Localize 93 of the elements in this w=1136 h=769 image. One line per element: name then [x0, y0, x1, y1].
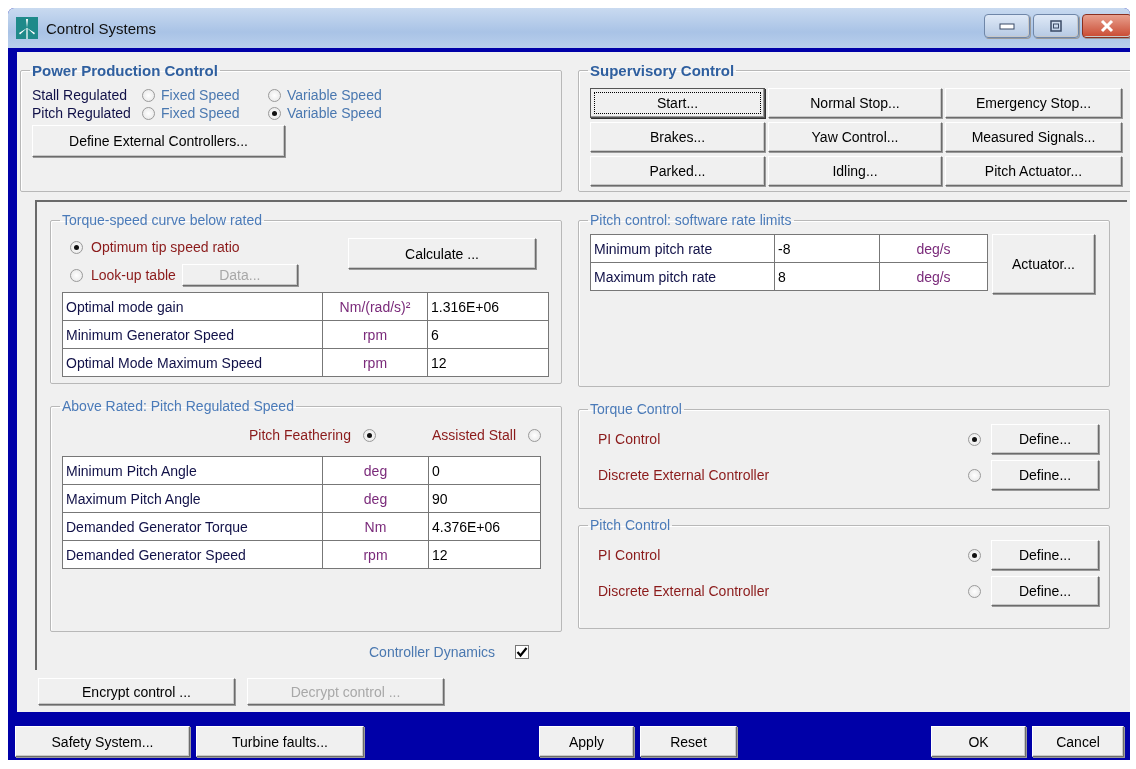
- value-cell[interactable]: 0: [428, 456, 541, 485]
- option-label: Discrete External Controller: [598, 467, 771, 483]
- table-cell: Demanded Generator Torque: [62, 512, 323, 541]
- close-icon: [1099, 19, 1115, 33]
- table-cell: Maximum pitch rate: [590, 262, 775, 291]
- dialog-button[interactable]: Normal Stop...: [768, 88, 942, 118]
- minimize-button[interactable]: [984, 14, 1030, 38]
- value-cell[interactable]: 1.316E+06: [427, 292, 549, 321]
- option-label: PI Control: [598, 431, 662, 447]
- value-cell[interactable]: 12: [427, 348, 549, 377]
- table-cell: Optimal mode gain: [62, 292, 323, 321]
- option-label: Fixed Speed: [161, 105, 240, 121]
- table-cell: Maximum Pitch Angle: [62, 484, 323, 513]
- group-title: Pitch control: software rate limits: [590, 212, 792, 228]
- radio-button[interactable]: [968, 584, 981, 598]
- group-title: Pitch Control: [590, 517, 671, 533]
- table-cell: deg/s: [879, 234, 988, 263]
- close-button[interactable]: [1082, 14, 1130, 38]
- dialog-button[interactable]: Yaw Control...: [768, 122, 942, 152]
- window-title: Control Systems: [46, 19, 158, 37]
- dialog-button[interactable]: Turbine faults...: [196, 726, 364, 757]
- dialog-button[interactable]: Start...: [590, 88, 765, 118]
- radio-button[interactable]: [70, 240, 83, 254]
- option-label: Assisted Stall: [431, 427, 516, 443]
- define-button[interactable]: Define...: [991, 540, 1099, 570]
- table-cell: deg: [322, 456, 429, 485]
- table-cell: Minimum Generator Speed: [62, 320, 323, 349]
- value-cell[interactable]: 90: [428, 484, 541, 513]
- dialog-button[interactable]: Brakes...: [590, 122, 765, 152]
- table-cell: rpm: [322, 348, 428, 377]
- dialog-button[interactable]: Parked...: [590, 156, 765, 186]
- dialog-button[interactable]: Safety System...: [15, 726, 190, 757]
- table-cell: Demanded Generator Speed: [62, 540, 323, 569]
- table-cell: rpm: [322, 540, 429, 569]
- group-title: Power Production Control: [32, 62, 218, 79]
- group-title: Torque-speed curve below rated: [62, 212, 262, 228]
- maximize-icon: [1048, 20, 1064, 32]
- option-label: Pitch Feathering: [249, 427, 351, 443]
- value-cell[interactable]: 8: [774, 262, 880, 291]
- dialog-button[interactable]: Pitch Actuator...: [945, 156, 1122, 186]
- dialog-button[interactable]: Idling...: [768, 156, 942, 186]
- table-cell: Minimum Pitch Angle: [62, 456, 323, 485]
- radio-button[interactable]: [968, 548, 981, 562]
- checkbox[interactable]: [515, 645, 530, 659]
- maximize-button[interactable]: [1033, 14, 1079, 38]
- dialog-button[interactable]: OK: [931, 726, 1026, 757]
- turbine-icon: [16, 17, 38, 39]
- value-cell[interactable]: 6: [427, 320, 549, 349]
- dialog-button[interactable]: Cancel: [1032, 726, 1124, 757]
- table-cell: deg/s: [879, 262, 988, 291]
- radio-button[interactable]: [70, 268, 83, 282]
- table-cell: Optimal Mode Maximum Speed: [62, 348, 323, 377]
- value-cell[interactable]: 12: [428, 540, 541, 569]
- minimize-icon: [999, 21, 1015, 31]
- define-button[interactable]: Define...: [991, 576, 1099, 606]
- table-cell: rpm: [322, 320, 428, 349]
- radio-button[interactable]: [142, 88, 155, 102]
- dialog-button[interactable]: Apply: [539, 726, 634, 757]
- define-button[interactable]: Define...: [991, 424, 1099, 454]
- option-label: PI Control: [598, 547, 662, 563]
- table-cell: Minimum pitch rate: [590, 234, 775, 263]
- define-button[interactable]: Define External Controllers...: [32, 125, 285, 157]
- checkbox-label: Controller Dynamics: [369, 644, 496, 660]
- option-label: Optimum tip speed ratio: [91, 239, 240, 255]
- row-label: Pitch Regulated: [32, 105, 132, 121]
- dialog-button[interactable]: Emergency Stop...: [945, 88, 1122, 118]
- option-label: Fixed Speed: [161, 87, 240, 103]
- radio-button[interactable]: [528, 428, 541, 442]
- group-title: Supervisory Control: [590, 62, 735, 79]
- radio-button[interactable]: [268, 88, 281, 102]
- radio-button[interactable]: [362, 428, 376, 442]
- dialog-button[interactable]: Encrypt control ...: [38, 678, 235, 705]
- group-title: Above Rated: Pitch Regulated Speed: [62, 398, 294, 414]
- group-title: Torque Control: [590, 401, 682, 417]
- radio-button[interactable]: [968, 432, 981, 446]
- dialog-button[interactable]: Measured Signals...: [945, 122, 1122, 152]
- value-cell[interactable]: -8: [774, 234, 880, 263]
- row-label: Stall Regulated: [32, 87, 128, 103]
- option-label: Look-up table: [91, 267, 176, 283]
- radio-button[interactable]: [268, 106, 281, 120]
- radio-button[interactable]: [968, 468, 981, 482]
- calculate-button[interactable]: Calculate ...: [348, 238, 536, 269]
- table-cell: Nm: [322, 512, 429, 541]
- define-button[interactable]: Define...: [991, 460, 1099, 490]
- actuator-button[interactable]: Actuator...: [992, 234, 1095, 294]
- radio-button[interactable]: [142, 106, 155, 120]
- option-label: Discrete External Controller: [598, 583, 771, 599]
- value-cell[interactable]: 4.376E+06: [428, 512, 541, 541]
- option-label: Variable Speed: [287, 87, 382, 103]
- option-label: Variable Speed: [287, 105, 382, 121]
- table-cell: deg: [322, 484, 429, 513]
- table-cell: Nm/(rad/s)²: [322, 292, 428, 321]
- dialog-button[interactable]: Reset: [640, 726, 737, 757]
